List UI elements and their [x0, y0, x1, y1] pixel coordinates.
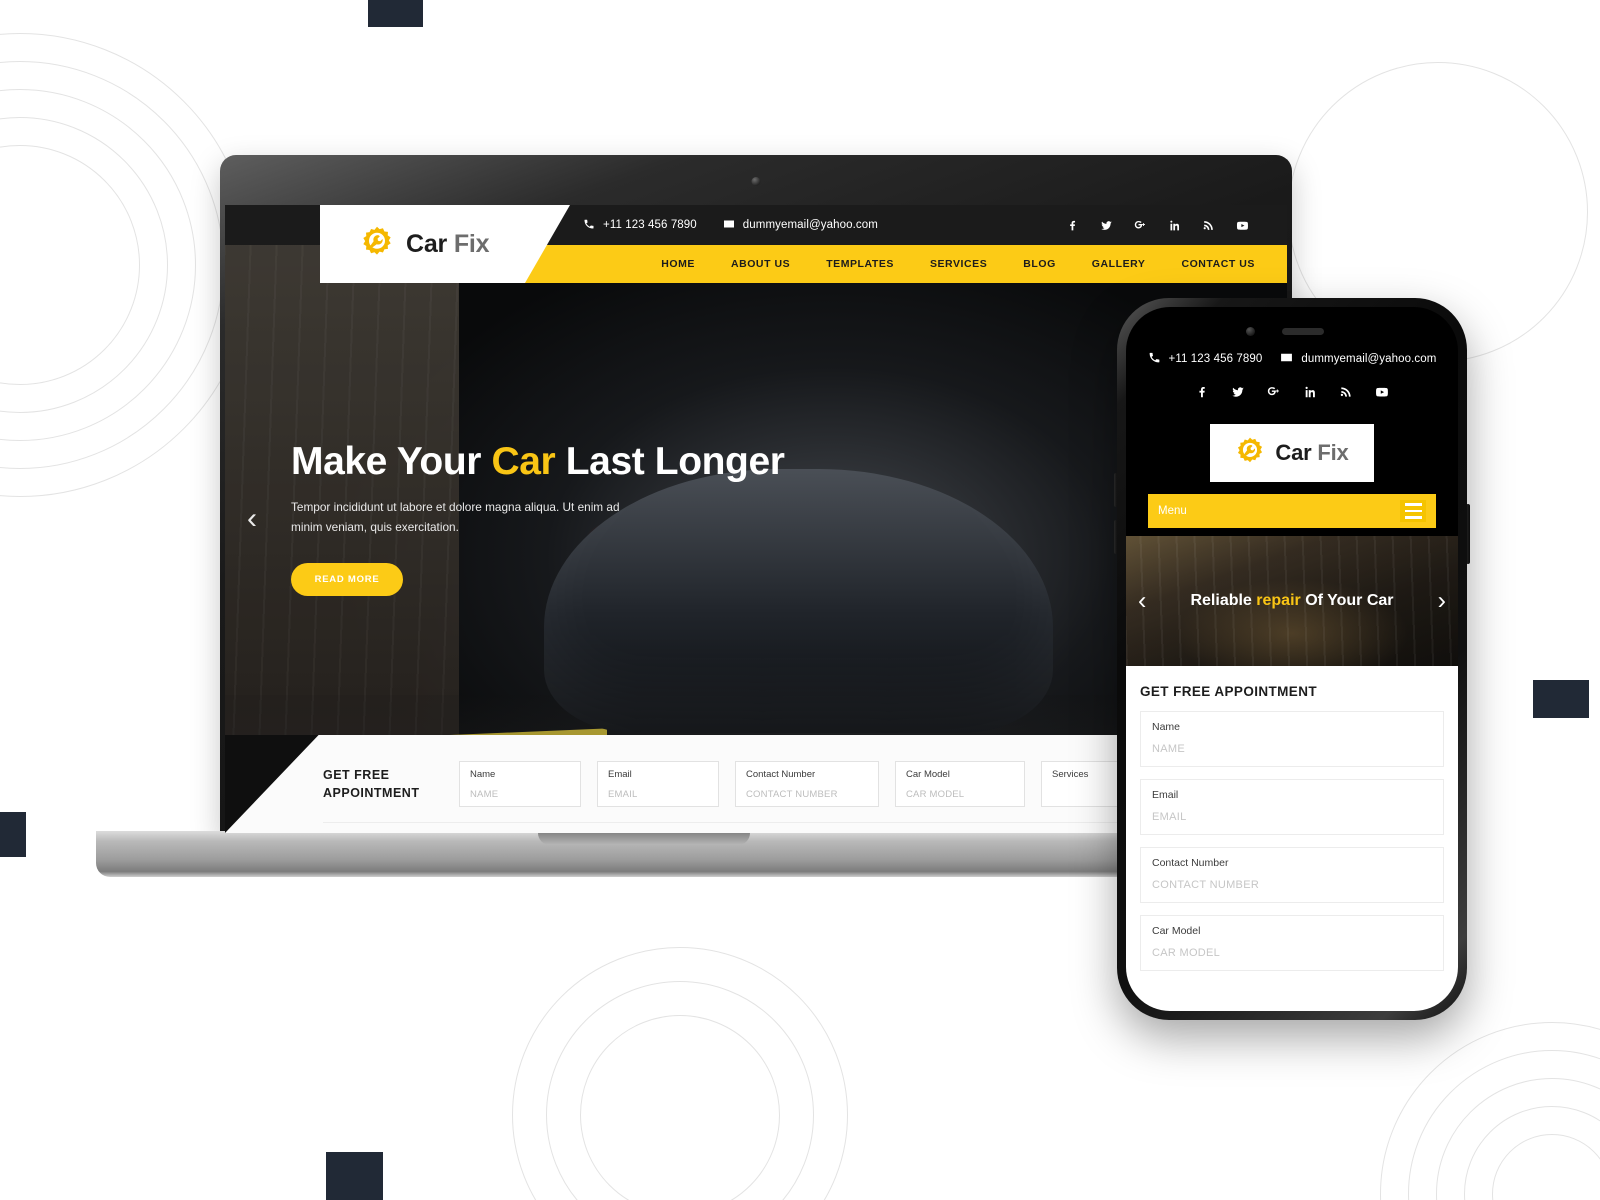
- field-label: Name: [1152, 721, 1181, 733]
- deco-square-right: [1533, 680, 1589, 718]
- phone-body: +11 123 456 7890 dummyemail@yahoo.com Ca…: [1117, 298, 1467, 1020]
- hero-subtitle: Tempor incididunt ut labore et dolore ma…: [291, 500, 620, 534]
- field-placeholder: NAME: [470, 789, 499, 800]
- phone-screen: +11 123 456 7890 dummyemail@yahoo.com Ca…: [1126, 307, 1458, 1011]
- deco-rings-bottomcenter: [470, 905, 890, 1200]
- phone-icon: [1148, 351, 1161, 367]
- mobile-social-links: [1138, 385, 1446, 402]
- hero-copy: Make Your Car Last Longer Tempor incidid…: [291, 440, 851, 597]
- nav-item-gallery[interactable]: GALLERY: [1074, 245, 1164, 283]
- facebook-icon[interactable]: [1195, 385, 1209, 402]
- appointment-field-email[interactable]: Email EMAIL: [597, 761, 719, 807]
- envelope-icon: [723, 218, 735, 233]
- laptop-base: [96, 831, 1191, 877]
- social-links: [1065, 219, 1249, 232]
- phone-icon: [583, 218, 595, 233]
- mobile-header: +11 123 456 7890 dummyemail@yahoo.com Ca…: [1126, 307, 1458, 528]
- mobile-menu-label: Menu: [1158, 505, 1187, 517]
- rss-icon[interactable]: [1339, 385, 1353, 402]
- hamburger-icon[interactable]: [1400, 500, 1426, 522]
- laptop-device: +11 123 456 7890 dummyemail@yahoo.com Ca…: [96, 155, 1292, 900]
- nav-item-templates[interactable]: TEMPLATES: [808, 245, 912, 283]
- twitter-icon[interactable]: [1099, 219, 1113, 232]
- nav-item-blog[interactable]: BLOG: [1005, 245, 1074, 283]
- laptop-camera-icon: [751, 177, 761, 186]
- mobile-appointment-form: GET FREE APPOINTMENT Name NAME Email EMA…: [1126, 666, 1458, 1011]
- mobile-logo-text: Car Fix: [1275, 440, 1349, 465]
- field-label: Name: [470, 769, 496, 780]
- gear-wrench-icon: [360, 225, 394, 264]
- appointment-divider: [323, 822, 1247, 823]
- mobile-hero-title: Reliable repair Of Your Car: [1190, 592, 1394, 609]
- mobile-email-contact[interactable]: dummyemail@yahoo.com: [1280, 351, 1436, 367]
- mobile-menu-bar[interactable]: Menu: [1148, 494, 1436, 528]
- field-placeholder: EMAIL: [608, 789, 638, 800]
- google-plus-icon[interactable]: [1133, 219, 1147, 232]
- field-placeholder: EMAIL: [1152, 811, 1187, 823]
- nav-item-about-us[interactable]: ABOUT US: [713, 245, 808, 283]
- youtube-icon[interactable]: [1375, 385, 1389, 402]
- mobile-field-email[interactable]: Email EMAIL: [1140, 779, 1444, 835]
- nav-item-services[interactable]: SERVICES: [912, 245, 1005, 283]
- gear-wrench-icon: [1235, 436, 1265, 471]
- mobile-phone-contact[interactable]: +11 123 456 7890: [1148, 351, 1263, 367]
- mobile-field-car-model[interactable]: Car Model CAR MODEL: [1140, 915, 1444, 971]
- field-label: Contact Number: [1152, 857, 1229, 869]
- field-label: Contact Number: [746, 769, 816, 780]
- car-license-plate: [809, 606, 916, 648]
- field-label: Email: [608, 769, 632, 780]
- desktop-navbar: HOME ABOUT US TEMPLATES SERVICES BLOG GA…: [429, 245, 1287, 283]
- phone-contact[interactable]: +11 123 456 7890: [583, 218, 697, 233]
- field-label: Car Model: [906, 769, 950, 780]
- read-more-button[interactable]: READ MORE: [291, 563, 403, 597]
- mobile-phone-number: +11 123 456 7890: [1168, 353, 1263, 365]
- phone-device: +11 123 456 7890 dummyemail@yahoo.com Ca…: [1114, 298, 1470, 1020]
- appointment-field-contact-number[interactable]: Contact Number CONTACT NUMBER: [735, 761, 879, 807]
- nav-item-home[interactable]: HOME: [643, 245, 713, 283]
- deco-square-top: [368, 0, 423, 27]
- deco-square-left: [0, 812, 26, 857]
- twitter-icon[interactable]: [1231, 385, 1245, 402]
- phone-speaker-icon: [1282, 328, 1325, 335]
- nav-item-contact-us[interactable]: CONTACT US: [1163, 245, 1273, 283]
- deco-rings-bottomright: [1380, 1022, 1600, 1200]
- car-taillight-right: [840, 519, 926, 557]
- field-label: Email: [1152, 789, 1179, 801]
- appointment-title: GET FREE APPOINTMENT: [323, 767, 420, 800]
- mobile-field-name[interactable]: Name NAME: [1140, 711, 1444, 767]
- facebook-icon[interactable]: [1065, 219, 1079, 232]
- envelope-icon: [1280, 351, 1293, 367]
- field-label: Car Model: [1152, 925, 1201, 937]
- field-placeholder: NAME: [1152, 743, 1185, 755]
- phone-number: +11 123 456 7890: [603, 219, 697, 231]
- field-placeholder: CAR MODEL: [1152, 947, 1221, 959]
- mobile-hero: ‹ Reliable repair Of Your Car ›: [1126, 536, 1458, 666]
- mobile-field-contact-number[interactable]: Contact Number CONTACT NUMBER: [1140, 847, 1444, 903]
- field-placeholder: CONTACT NUMBER: [746, 789, 838, 800]
- field-placeholder: CONTACT NUMBER: [1152, 879, 1260, 891]
- linkedin-icon[interactable]: [1167, 219, 1181, 232]
- mobile-contact-group: +11 123 456 7890 dummyemail@yahoo.com: [1138, 351, 1446, 367]
- contact-group: +11 123 456 7890 dummyemail@yahoo.com: [583, 218, 878, 233]
- phone-camera-icon: [1245, 327, 1255, 336]
- linkedin-icon[interactable]: [1303, 385, 1317, 402]
- mobile-email-address: dummyemail@yahoo.com: [1301, 353, 1437, 365]
- email-address: dummyemail@yahoo.com: [742, 219, 878, 231]
- appointment-field-car-model[interactable]: Car Model CAR MODEL: [895, 761, 1025, 807]
- field-placeholder: CAR MODEL: [906, 789, 965, 800]
- deco-square-bottom: [326, 1152, 383, 1200]
- youtube-icon[interactable]: [1235, 219, 1249, 232]
- email-contact[interactable]: dummyemail@yahoo.com: [723, 218, 878, 233]
- mobile-carousel-next-arrow[interactable]: ›: [1438, 587, 1446, 616]
- appointment-field-name[interactable]: Name NAME: [459, 761, 581, 807]
- rss-icon[interactable]: [1201, 219, 1215, 232]
- carousel-prev-arrow[interactable]: ‹: [247, 504, 257, 534]
- hero-title: Make Your Car Last Longer: [291, 440, 785, 483]
- mobile-appointment-title: GET FREE APPOINTMENT: [1140, 684, 1318, 699]
- google-plus-icon[interactable]: [1267, 385, 1281, 402]
- mockup-stage: +11 123 456 7890 dummyemail@yahoo.com Ca…: [0, 0, 1600, 1200]
- logo-text: Car Fix: [406, 229, 490, 258]
- mobile-logo[interactable]: Car Fix: [1210, 424, 1374, 482]
